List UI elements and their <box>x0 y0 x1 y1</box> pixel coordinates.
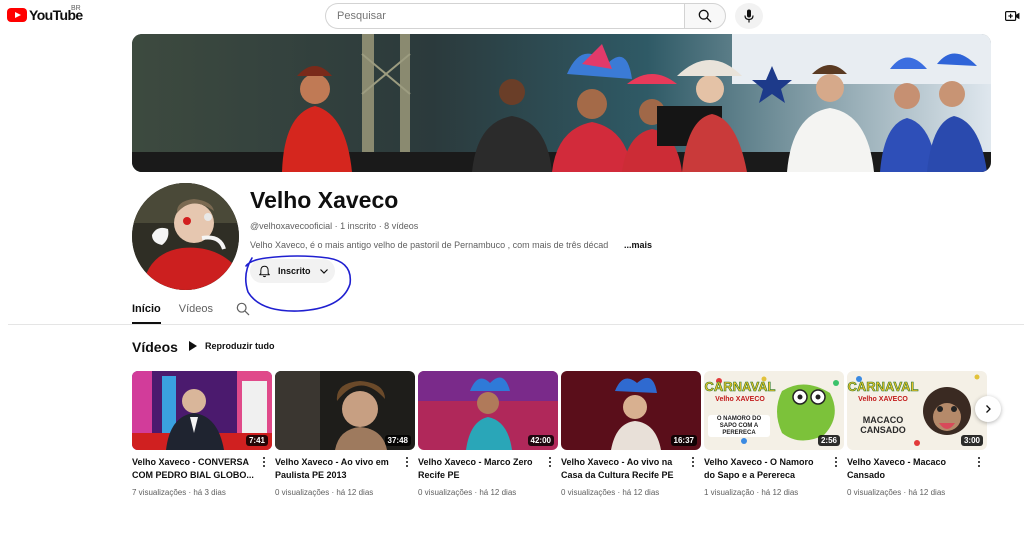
search-icon <box>698 9 712 23</box>
create-button[interactable] <box>1004 8 1020 24</box>
country-code: BR <box>71 5 81 12</box>
video-meta: 1 visualização · há 12 dias <box>704 488 799 497</box>
top-bar: YouTube BR <box>0 0 1024 34</box>
play-all-label: Reproduzir tudo <box>205 341 275 351</box>
more-link[interactable]: ...mais <box>624 240 652 250</box>
video-thumbnail[interactable]: 37:48 <box>275 371 415 450</box>
video-meta: 0 visualizações · há 12 dias <box>418 488 517 497</box>
video-thumbnail[interactable]: 7:41 <box>132 371 272 450</box>
video-card[interactable]: 42:00 Velho Xaveco - Marco Zero Recife P… <box>418 371 558 497</box>
video-card[interactable]: CARNAVAL Velho XAVECO O NAMORO DO SAPO C… <box>704 371 844 497</box>
thumb-text-carnaval: CARNAVAL <box>704 379 775 394</box>
create-video-icon <box>1004 11 1019 22</box>
more-options-icon[interactable] <box>546 456 554 468</box>
video-duration: 3:00 <box>960 435 983 446</box>
chevron-right-icon <box>986 405 991 413</box>
video-thumbnail[interactable]: 42:00 <box>418 371 558 450</box>
video-thumbnail[interactable]: CARNAVAL Velho XAVECO O NAMORO DO SAPO C… <box>704 371 844 450</box>
bell-icon <box>259 265 270 277</box>
thumb-text-brand: Velho XAVECO <box>858 396 908 403</box>
thumb-text-subtitle: O NAMORO DO SAPO COM A PERERECA <box>716 416 762 436</box>
video-duration: 2:56 <box>817 435 840 446</box>
thumb-text-subtitle: MACACO CANSADO <box>860 415 906 435</box>
more-options-icon[interactable] <box>689 456 697 468</box>
search-box <box>325 3 684 29</box>
tab-videos[interactable]: Vídeos <box>179 296 213 324</box>
video-card[interactable]: 16:37 Velho Xaveco - Ao vivo na Casa da … <box>561 371 701 497</box>
video-meta: 0 visualizações · há 12 dias <box>275 488 374 497</box>
video-card[interactable]: 37:48 Velho Xaveco - Ao vivo em Paulista… <box>275 371 415 497</box>
thumb-text-brand: Velho XAVECO <box>715 396 765 403</box>
subscribed-label: Inscrito <box>278 266 311 276</box>
video-duration: 42:00 <box>527 435 554 446</box>
search-input[interactable] <box>337 10 684 22</box>
channel-banner <box>132 34 991 172</box>
video-thumbnail[interactable]: CARNAVAL Velho XAVECO MACACO CANSADO 3:0… <box>847 371 987 450</box>
video-meta: 7 visualizações · há 3 dias <box>132 488 226 497</box>
carousel-next-button[interactable] <box>975 396 1001 422</box>
channel-search-icon[interactable] <box>236 302 250 316</box>
youtube-play-icon <box>7 8 27 22</box>
video-duration: 7:41 <box>245 435 268 446</box>
video-thumbnail[interactable]: 16:37 <box>561 371 701 450</box>
banner-image <box>132 34 991 172</box>
play-all-button[interactable]: Reproduzir tudo <box>189 341 275 351</box>
microphone-icon <box>744 9 754 23</box>
more-options-icon[interactable] <box>832 456 840 468</box>
channel-avatar[interactable] <box>132 183 239 290</box>
video-meta: 0 visualizações · há 12 dias <box>847 488 946 497</box>
more-options-icon[interactable] <box>403 456 411 468</box>
chevron-down-icon <box>319 269 328 274</box>
channel-tabs: Início Vídeos <box>132 296 231 324</box>
video-title[interactable]: Velho Xaveco - Ao vivo na Casa da Cultur… <box>561 456 683 482</box>
video-card[interactable]: 7:41 Velho Xaveco - CONVERSA COM PEDRO B… <box>132 371 272 497</box>
tabs-divider <box>8 324 1024 325</box>
channel-name: Velho Xaveco <box>250 187 399 213</box>
video-title[interactable]: Velho Xaveco - Marco Zero Recife PE <box>418 456 540 482</box>
video-title[interactable]: Velho Xaveco - Macaco Cansado <box>847 456 969 482</box>
video-card[interactable]: CARNAVAL Velho XAVECO MACACO CANSADO 3:0… <box>847 371 987 497</box>
video-meta: 0 visualizações · há 12 dias <box>561 488 660 497</box>
tab-inicio[interactable]: Início <box>132 296 161 324</box>
channel-description[interactable]: Velho Xaveco, é o mais antigo velho de p… <box>250 240 622 250</box>
subscribed-button[interactable]: Inscrito <box>250 259 335 283</box>
voice-search-button[interactable] <box>735 3 763 29</box>
avatar-image <box>132 183 239 290</box>
more-options-icon[interactable] <box>260 456 268 468</box>
video-title[interactable]: Velho Xaveco - Ao vivo em Paulista PE 20… <box>275 456 397 482</box>
play-icon <box>189 341 197 351</box>
video-title[interactable]: Velho Xaveco - O Namoro do Sapo e a Pere… <box>704 456 826 482</box>
video-title[interactable]: Velho Xaveco - CONVERSA COM PEDRO BIAL G… <box>132 456 254 482</box>
video-duration: 37:48 <box>384 435 411 446</box>
more-options-icon[interactable] <box>975 456 983 468</box>
section-title[interactable]: Vídeos <box>132 339 178 355</box>
thumb-text-carnaval: CARNAVAL <box>847 379 918 394</box>
search-button[interactable] <box>684 3 726 29</box>
search-bar <box>325 3 726 29</box>
video-duration: 16:37 <box>670 435 697 446</box>
channel-meta: @velhoxavecooficial · 1 inscrito · 8 víd… <box>250 221 419 231</box>
